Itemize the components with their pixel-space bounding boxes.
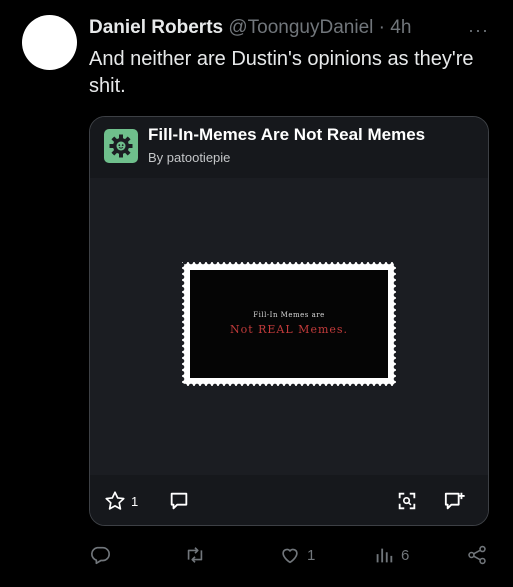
reply-icon xyxy=(89,544,111,566)
card-scan-button[interactable] xyxy=(396,489,418,513)
author-name[interactable]: Daniel Roberts xyxy=(89,17,223,38)
card-header: Fill-In-Memes Are Not Real Memes By pato… xyxy=(90,117,488,178)
image-text-line1: Fill-In Memes are xyxy=(253,310,325,319)
comment-icon xyxy=(168,490,190,512)
card-add-comment-button[interactable] xyxy=(443,489,467,513)
embedded-card[interactable]: Fill-In-Memes Are Not Real Memes By pato… xyxy=(89,116,489,526)
separator-dot: · xyxy=(378,17,385,38)
scan-icon xyxy=(396,490,418,512)
tweet-header: Daniel Roberts @ToonguyDaniel · 4h xyxy=(89,17,473,39)
card-star-count: 1 xyxy=(131,493,139,509)
retweet-button[interactable] xyxy=(184,540,212,570)
ellipsis-icon[interactable]: ··· xyxy=(468,20,489,41)
heart-icon xyxy=(279,544,301,566)
author-handle[interactable]: @ToonguyDaniel xyxy=(228,17,373,38)
image-text-line2: Not REAL Memes. xyxy=(229,322,349,336)
star-icon xyxy=(104,490,126,512)
share-icon xyxy=(466,544,488,566)
avatar[interactable] xyxy=(22,15,77,70)
card-footer: 1 xyxy=(90,475,488,525)
views-count: 6 xyxy=(401,546,410,564)
card-title[interactable]: Fill-In-Memes Are Not Real Memes xyxy=(148,125,425,145)
share-button[interactable] xyxy=(466,540,488,570)
reply-button[interactable] xyxy=(89,540,117,570)
like-button[interactable]: 1 xyxy=(279,540,315,570)
card-image[interactable]: Fill-In Memes are Not REAL Memes. xyxy=(90,178,488,475)
views-icon xyxy=(373,544,395,566)
add-comment-icon xyxy=(443,490,467,512)
gear-logo-icon xyxy=(104,129,138,163)
retweet-icon xyxy=(184,544,206,566)
timestamp[interactable]: 4h xyxy=(390,17,411,38)
tweet-text: And neither are Dustin's opinions as the… xyxy=(89,48,474,97)
card-comment-button[interactable] xyxy=(168,489,190,513)
meme-stamp-image: Fill-In Memes are Not REAL Memes. xyxy=(182,262,396,386)
tweet-actions: 1 6 xyxy=(89,540,497,570)
views-button[interactable]: 6 xyxy=(373,540,409,570)
card-byline: By patootiepie xyxy=(148,150,231,165)
card-star-button[interactable]: 1 xyxy=(104,489,138,513)
like-count: 1 xyxy=(307,546,316,564)
